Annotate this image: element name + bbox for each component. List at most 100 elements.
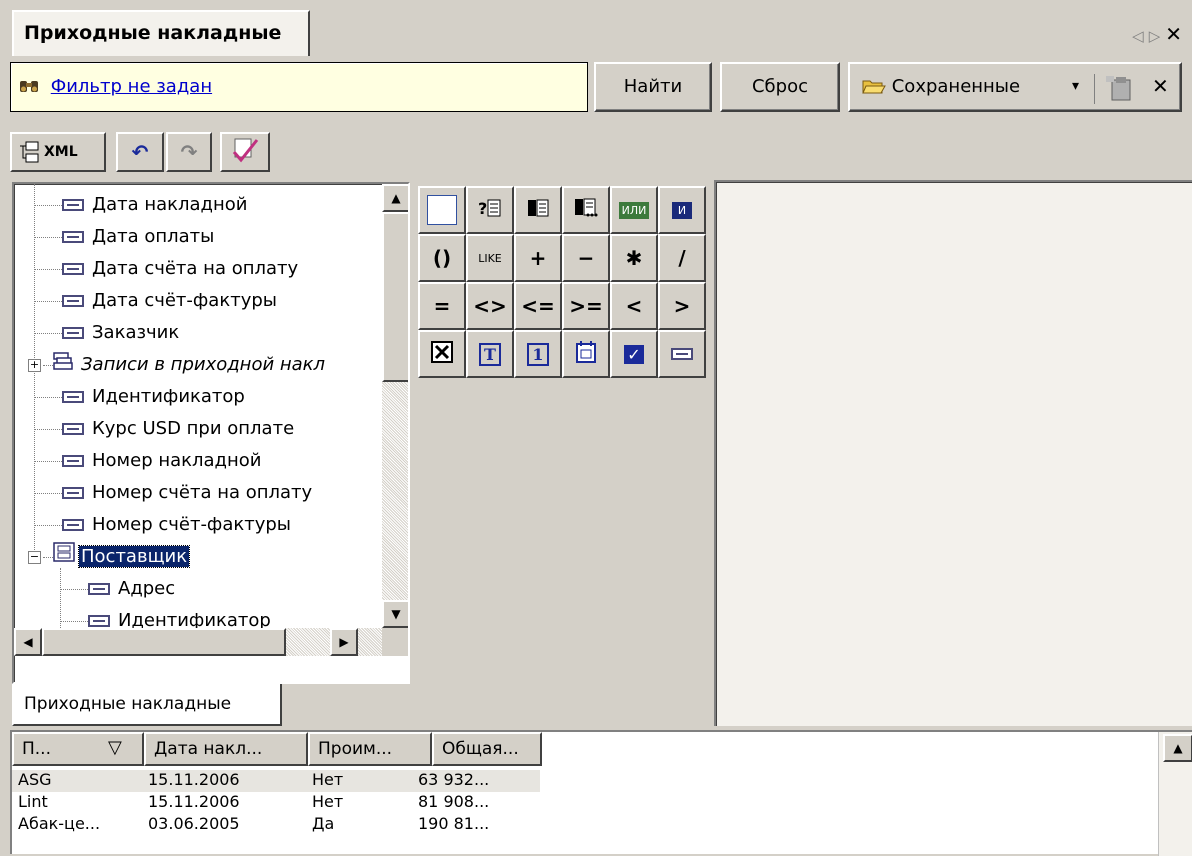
date-constant-button[interactable] bbox=[562, 330, 610, 378]
tree-item[interactable]: Дата счёт-фактуры bbox=[34, 286, 277, 316]
tree-item-collection[interactable]: + Записи в приходной накл bbox=[28, 350, 325, 380]
scroll-corner bbox=[382, 628, 408, 656]
column-header[interactable]: П... ▽ bbox=[12, 732, 144, 766]
records-grid[interactable]: П... ▽ Дата накл... Проим... Общая... ASG… bbox=[10, 730, 1192, 856]
scroll-left-icon[interactable]: ◀ bbox=[14, 628, 42, 656]
scroll-thumb[interactable] bbox=[382, 212, 408, 382]
saved-filters-label: Сохраненные bbox=[891, 76, 1021, 97]
divide-button[interactable]: / bbox=[658, 234, 706, 282]
text-constant-button[interactable]: T bbox=[466, 330, 514, 378]
document-tab-strip: Приходные накладные ◁▷✕ bbox=[0, 0, 1192, 58]
field-icon bbox=[62, 519, 84, 531]
minus-button[interactable]: − bbox=[562, 234, 610, 282]
tree-vertical-scrollbar[interactable]: ▲ ▼ bbox=[382, 184, 408, 628]
close-icon[interactable]: ✕ bbox=[1152, 74, 1169, 98]
like-button[interactable]: LIKE bbox=[466, 234, 514, 282]
list-aggregate-button[interactable] bbox=[562, 186, 610, 234]
table-row[interactable]: Абак-це... 03.06.2005 Да 190 81... bbox=[12, 814, 540, 836]
table-row[interactable]: ASG 15.11.2006 Нет 63 932... bbox=[12, 770, 540, 792]
operator-palette: ? ИЛИ И () LIKE + − ✱ / = <> <= >= < > T… bbox=[418, 186, 708, 378]
null-button[interactable] bbox=[418, 330, 466, 378]
collapse-icon[interactable]: − bbox=[28, 550, 41, 564]
empty-condition-button[interactable] bbox=[418, 186, 466, 234]
filter-box[interactable]: Фильтр не задан bbox=[10, 62, 588, 112]
field-icon bbox=[62, 199, 84, 211]
tree-item[interactable]: Идентификатор bbox=[34, 382, 245, 412]
tree-horizontal-scrollbar[interactable]: ◀ ▶ bbox=[14, 628, 382, 656]
field-button[interactable] bbox=[658, 330, 706, 378]
scroll-right-icon[interactable]: ▶ bbox=[330, 628, 358, 656]
validate-button[interactable] bbox=[220, 132, 270, 172]
undo-button[interactable]: ↶ bbox=[116, 132, 164, 172]
field-icon bbox=[62, 263, 84, 275]
binoculars-icon bbox=[19, 76, 45, 97]
document-tab[interactable]: Приходные накладные bbox=[12, 10, 310, 56]
tree-item-supplier[interactable]: − Поставщик bbox=[28, 542, 191, 572]
greater-equal-button[interactable]: >= bbox=[562, 282, 610, 330]
field-icon bbox=[62, 487, 84, 499]
number-constant-button[interactable]: 1 bbox=[514, 330, 562, 378]
tree-item[interactable]: Дата оплаты bbox=[34, 222, 214, 252]
expand-icon[interactable]: + bbox=[28, 358, 41, 372]
scroll-down-icon[interactable]: ▼ bbox=[382, 600, 408, 628]
column-header[interactable]: Проим... bbox=[308, 732, 432, 766]
object-field-icon bbox=[53, 542, 75, 572]
scroll-up-icon[interactable]: ▲ bbox=[1163, 734, 1192, 762]
tree-item[interactable]: Номер счёт-фактуры bbox=[34, 510, 291, 540]
reset-button[interactable]: Сброс bbox=[720, 62, 840, 112]
filter-link[interactable]: Фильтр не задан bbox=[51, 76, 212, 97]
tree-view-button[interactable]: XML bbox=[10, 132, 106, 172]
tree-item[interactable]: Адрес bbox=[60, 574, 175, 604]
scroll-up-icon[interactable]: ▲ bbox=[382, 184, 408, 212]
condition-editor[interactable] bbox=[714, 180, 1192, 726]
field-icon bbox=[62, 231, 84, 243]
or-button[interactable]: ИЛИ bbox=[610, 186, 658, 234]
exists-button[interactable]: ? bbox=[466, 186, 514, 234]
svg-text:?: ? bbox=[478, 199, 487, 218]
panel-tab[interactable]: Приходные накладные bbox=[12, 684, 282, 726]
less-button[interactable]: < bbox=[610, 282, 658, 330]
tree-item[interactable]: Заказчик bbox=[34, 318, 179, 348]
grid-vertical-scrollbar[interactable]: ▲ bbox=[1158, 732, 1192, 856]
folder-open-icon bbox=[862, 76, 892, 97]
parentheses-button[interactable]: () bbox=[418, 234, 466, 282]
and-button[interactable]: И bbox=[658, 186, 706, 234]
fields-tree[interactable]: Дата накладной Дата оплаты Дата счёта на… bbox=[12, 182, 410, 684]
find-button[interactable]: Найти bbox=[594, 62, 712, 112]
bool-constant-button[interactable]: ✓ bbox=[610, 330, 658, 378]
column-header[interactable]: Общая... bbox=[432, 732, 542, 766]
greater-button[interactable]: > bbox=[658, 282, 706, 330]
tree-item[interactable]: Дата счёта на оплату bbox=[34, 254, 298, 284]
scroll-thumb[interactable] bbox=[42, 628, 286, 656]
plus-button[interactable]: + bbox=[514, 234, 562, 282]
tab-prev-icon[interactable]: ◁ bbox=[1132, 27, 1149, 45]
tree-item[interactable]: Номер счёта на оплату bbox=[34, 478, 312, 508]
column-header[interactable]: Дата накл... bbox=[144, 732, 308, 766]
tree-item[interactable]: Номер накладной bbox=[34, 446, 261, 476]
field-icon bbox=[62, 423, 84, 435]
not-equal-button[interactable]: <> bbox=[466, 282, 514, 330]
equal-button[interactable]: = bbox=[418, 282, 466, 330]
tab-close-icon[interactable]: ✕ bbox=[1165, 22, 1182, 46]
redo-icon: ↷ bbox=[180, 140, 198, 164]
field-icon bbox=[62, 391, 84, 403]
table-row[interactable]: Lint 15.11.2006 Нет 81 908... bbox=[12, 792, 540, 814]
sort-icon: ▽ bbox=[108, 737, 122, 758]
tree-item[interactable]: Курс USD при оплате bbox=[34, 414, 294, 444]
collection-icon bbox=[53, 350, 73, 380]
redo-button[interactable]: ↷ bbox=[166, 132, 212, 172]
clipboard-icon[interactable] bbox=[1104, 74, 1136, 107]
less-equal-button[interactable]: <= bbox=[514, 282, 562, 330]
saved-filters-button[interactable]: Сохраненные ▾ ✕ bbox=[848, 62, 1182, 112]
exists-icon: ? bbox=[478, 197, 502, 224]
chevron-down-icon[interactable]: ▾ bbox=[1072, 78, 1079, 94]
check-document-icon bbox=[231, 136, 259, 168]
tree-item[interactable]: Дата накладной bbox=[34, 190, 247, 220]
aggregate-button[interactable] bbox=[514, 186, 562, 234]
multiply-button[interactable]: ✱ bbox=[610, 234, 658, 282]
field-icon bbox=[62, 327, 84, 339]
list-aggregate-icon bbox=[573, 196, 599, 225]
calendar-icon bbox=[575, 340, 597, 369]
tab-next-icon[interactable]: ▷ bbox=[1149, 27, 1166, 45]
field-icon bbox=[671, 348, 693, 360]
